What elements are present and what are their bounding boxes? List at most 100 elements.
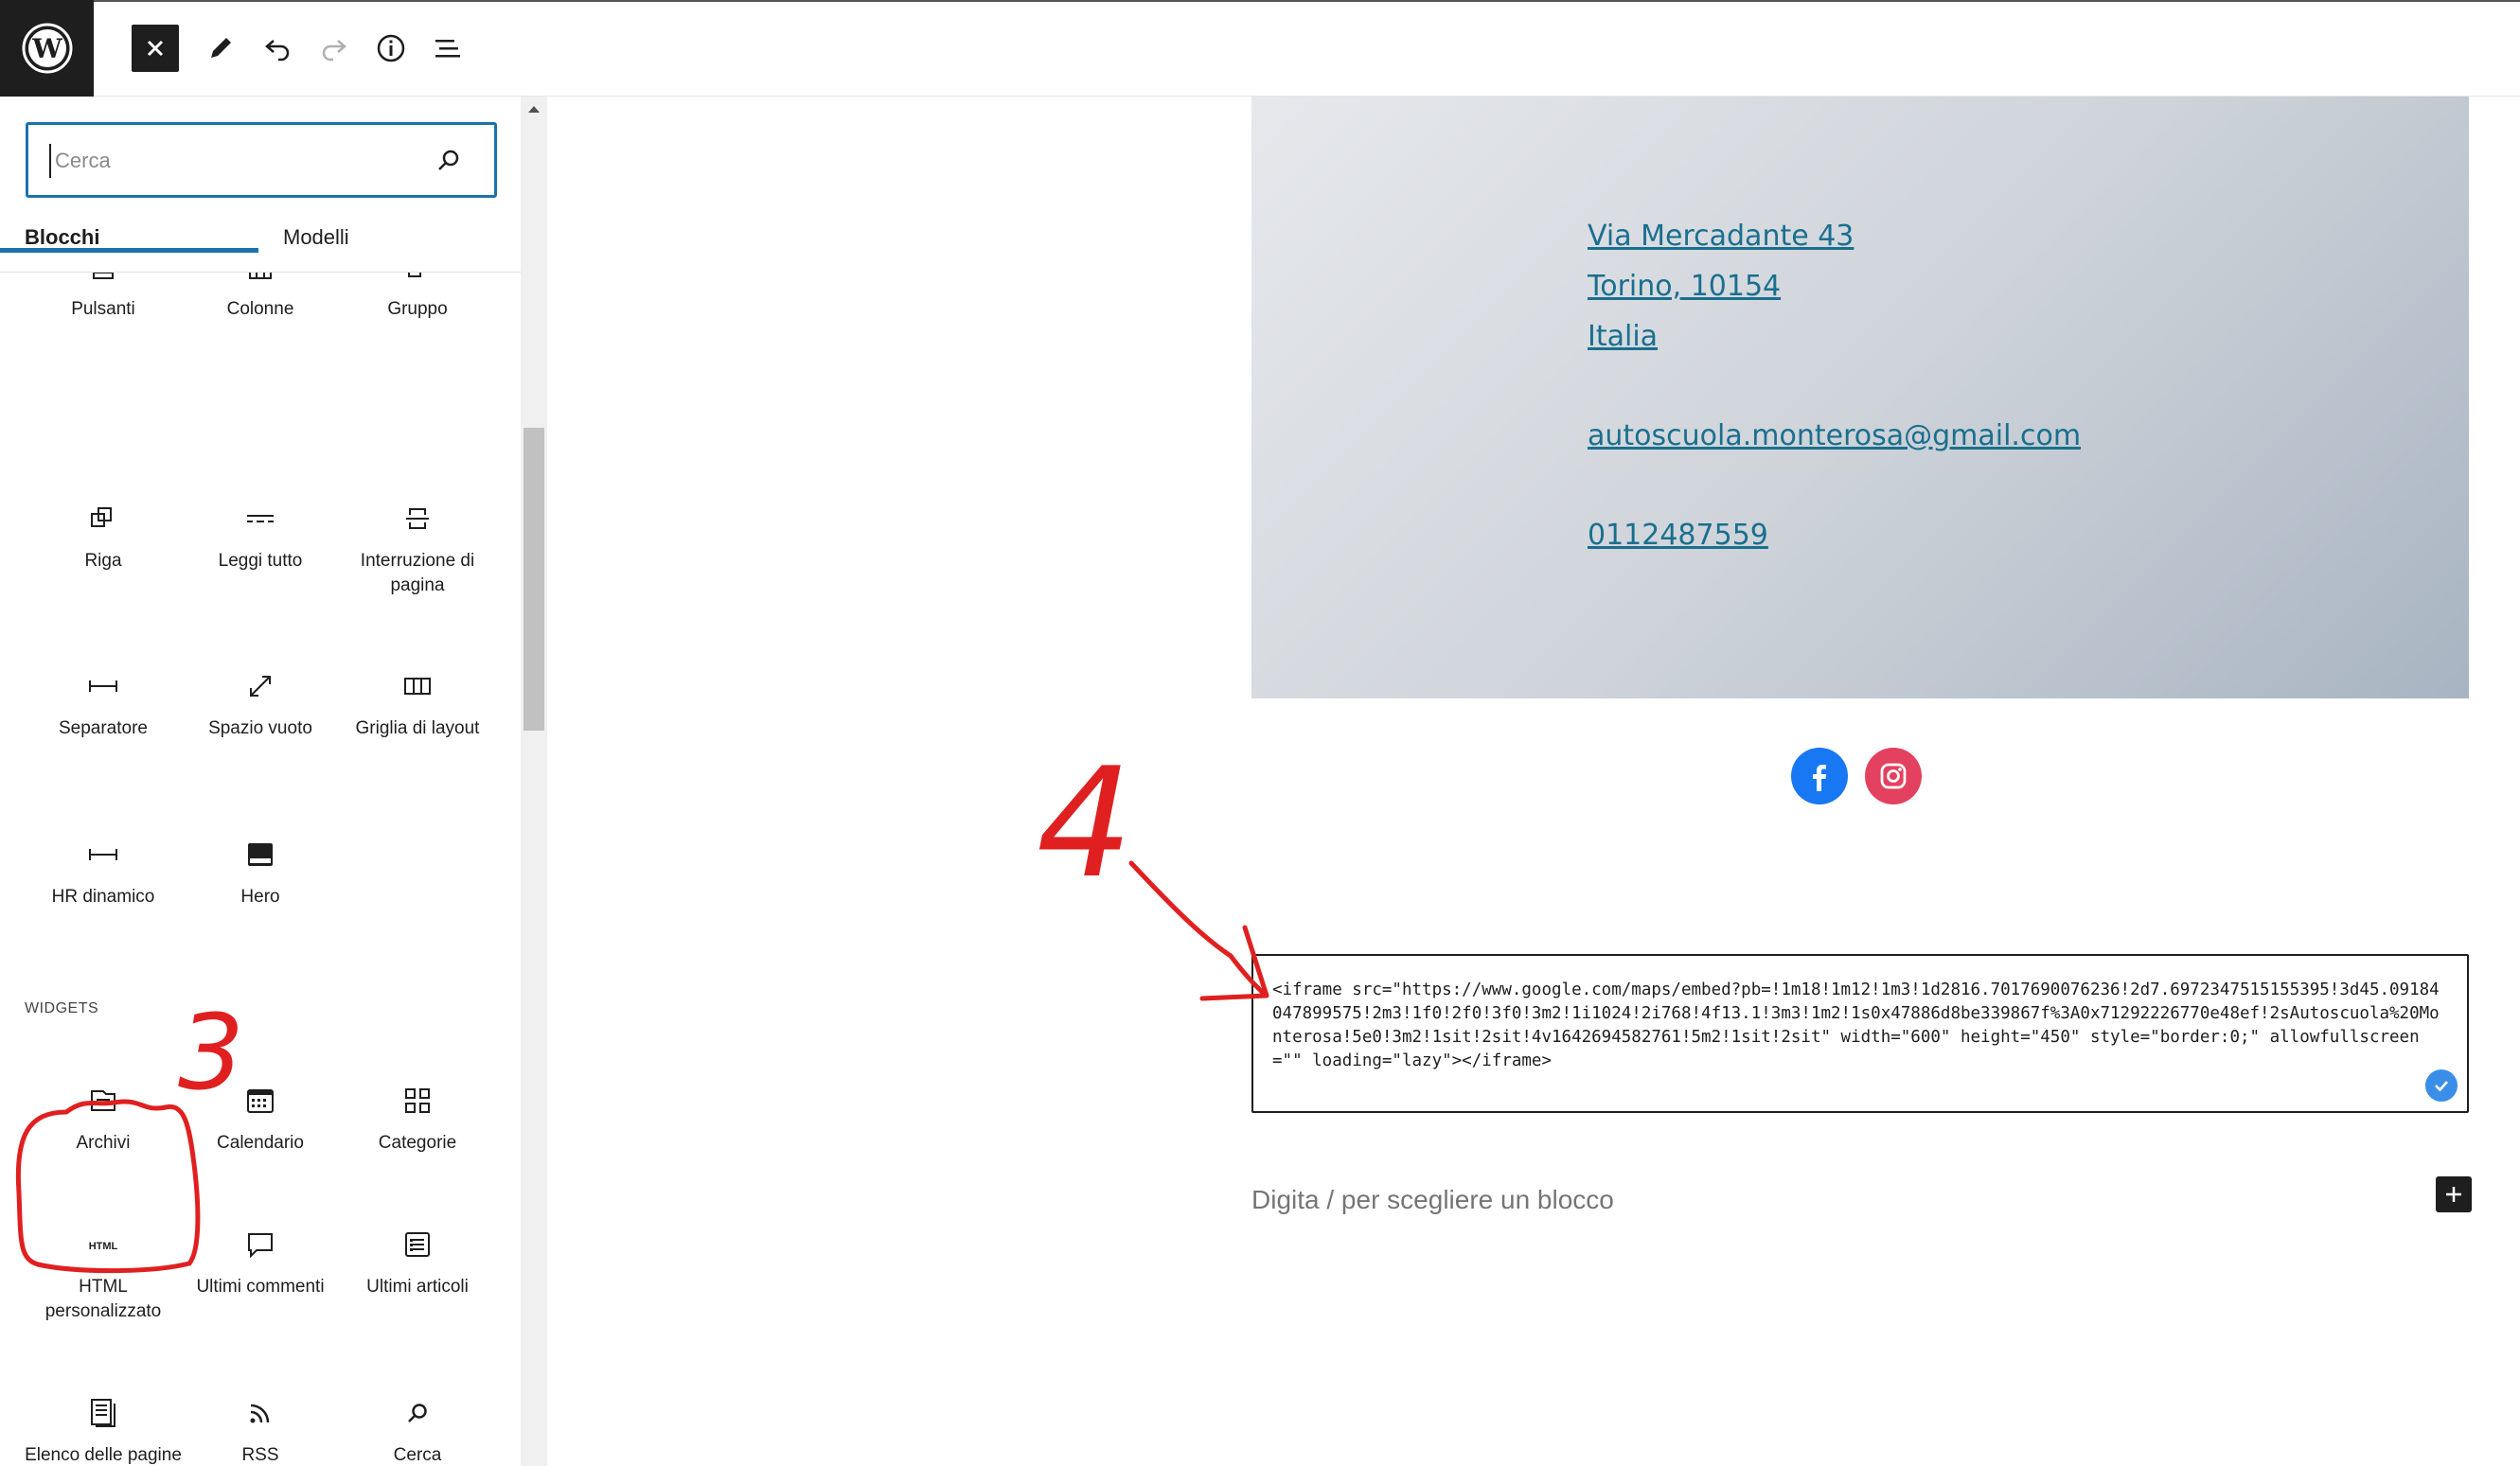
buttons-icon xyxy=(93,273,114,279)
address-line1-link[interactable]: Via Mercadante 43 xyxy=(1588,220,1854,253)
top-border xyxy=(0,0,2520,2)
group-icon xyxy=(408,273,421,277)
block-label: Cerca xyxy=(393,1445,442,1465)
phone-link[interactable]: 0112487559 xyxy=(1588,519,1768,552)
block-buttons[interactable]: Pulsanti xyxy=(25,273,182,322)
block-categories[interactable]: Categorie xyxy=(339,1082,496,1156)
pencil-icon xyxy=(211,38,231,58)
block-archives[interactable]: Archivi xyxy=(25,1082,182,1156)
block-spacer[interactable]: Spazio vuoto xyxy=(182,667,339,741)
block-label: Colonne xyxy=(226,299,294,319)
block-label: Hero xyxy=(240,887,280,907)
search-icon[interactable] xyxy=(432,144,466,178)
hero-icon xyxy=(248,843,273,866)
check-icon xyxy=(2425,1069,2458,1102)
rss-icon xyxy=(250,1404,270,1423)
block-more[interactable]: Leggi tutto xyxy=(182,500,339,574)
tab-patterns[interactable]: Modelli xyxy=(283,225,349,250)
svg-text:HTML: HTML xyxy=(89,1241,118,1252)
latest-posts-icon xyxy=(405,1232,430,1257)
email-link[interactable]: autoscuola.monterosa@gmail.com xyxy=(1588,419,2081,452)
svg-text:W: W xyxy=(31,33,62,64)
row-icon xyxy=(91,507,112,527)
html-code-textarea[interactable]: <iframe src="https://www.google.com/maps… xyxy=(1272,979,2446,1073)
instagram-icon[interactable] xyxy=(1865,748,1922,804)
block-inserter-panel: Blocchi Modelli Pulsanti Colonne Gruppo xyxy=(0,97,547,1466)
spacer-icon xyxy=(250,676,271,697)
tab-blocks[interactable]: Blocchi xyxy=(25,225,99,250)
columns-icon xyxy=(249,273,272,279)
html-icon: HTML xyxy=(89,1241,118,1252)
block-label: HTML personalizzato xyxy=(44,1277,162,1321)
scroll-up-arrow-icon[interactable] xyxy=(521,104,547,123)
block-placeholder[interactable]: Digita / per scegliere un blocco xyxy=(1251,1185,1614,1215)
sidebar-scrollbar[interactable] xyxy=(521,97,547,1466)
block-label: Spazio vuoto xyxy=(208,718,312,738)
block-calendar[interactable]: Calendario xyxy=(182,1082,339,1156)
details-button[interactable] xyxy=(367,25,415,72)
block-label: Griglia di layout xyxy=(355,718,480,738)
block-hr-dynamic[interactable]: HR dinamico xyxy=(25,836,182,910)
undo-button[interactable] xyxy=(254,25,301,72)
close-inserter-button[interactable] xyxy=(132,25,179,72)
block-custom-html[interactable]: HTML HTML personalizzato xyxy=(25,1226,182,1324)
search-icon xyxy=(408,1404,427,1422)
wordpress-logo-icon[interactable]: W xyxy=(0,0,94,97)
block-label: Categorie xyxy=(378,1133,457,1153)
block-label: Calendario xyxy=(217,1133,304,1153)
block-page-break[interactable]: Interruzione di pagina xyxy=(339,500,496,598)
block-group[interactable]: Gruppo xyxy=(339,273,496,322)
layout-grid-icon xyxy=(404,678,431,695)
block-label: Ultimi articoli xyxy=(366,1277,469,1297)
social-icons xyxy=(1791,748,1922,804)
block-row[interactable]: Riga xyxy=(25,500,182,574)
categories-icon xyxy=(405,1088,430,1113)
top-toolbar: W xyxy=(0,0,2520,97)
list-view-button[interactable] xyxy=(424,25,471,72)
block-separator[interactable]: Separatore xyxy=(25,667,182,741)
block-label: Elenco delle pagine xyxy=(25,1445,182,1465)
undo-icon xyxy=(265,40,290,62)
block-label: Archivi xyxy=(76,1133,131,1153)
redo-button[interactable] xyxy=(311,25,358,72)
block-label: HR dinamico xyxy=(51,887,155,907)
block-label: Riga xyxy=(84,551,122,571)
add-block-button[interactable] xyxy=(2436,1176,2472,1212)
active-tab-indicator xyxy=(0,248,258,253)
country-link[interactable]: Italia xyxy=(1588,320,1658,353)
inserter-tabs: Blocchi Modelli xyxy=(0,210,521,273)
info-icon xyxy=(377,34,405,62)
block-label: Separatore xyxy=(58,718,148,738)
block-latest-posts[interactable]: Ultimi articoli xyxy=(339,1226,496,1299)
separator-icon xyxy=(89,680,117,692)
facebook-icon[interactable] xyxy=(1791,748,1848,804)
block-label: Interruzione di pagina xyxy=(360,551,475,595)
search-input[interactable] xyxy=(49,144,409,178)
block-rss[interactable]: RSS xyxy=(182,1394,339,1466)
block-layout-grid[interactable]: Griglia di layout xyxy=(339,667,496,741)
block-label: Pulsanti xyxy=(71,299,135,319)
block-label: Leggi tutto xyxy=(218,551,303,571)
list-view-icon xyxy=(435,40,460,58)
block-label: Ultimi commenti xyxy=(196,1277,325,1297)
scrollbar-thumb[interactable] xyxy=(524,428,544,731)
hr-icon xyxy=(89,849,117,860)
block-label: Gruppo xyxy=(387,299,448,319)
custom-html-block[interactable]: <iframe src="https://www.google.com/maps… xyxy=(1251,954,2469,1113)
block-page-list[interactable]: Elenco delle pagine xyxy=(25,1394,182,1466)
block-label: RSS xyxy=(241,1445,279,1465)
block-columns[interactable]: Colonne xyxy=(182,273,339,322)
calendar-icon xyxy=(247,1089,274,1113)
block-hero[interactable]: Hero xyxy=(182,836,339,910)
archive-icon xyxy=(91,1090,115,1111)
edit-pencil-button[interactable] xyxy=(197,25,244,72)
contact-info-block[interactable]: Via Mercadante 43 Torino, 10154 Italia a… xyxy=(1251,97,2469,698)
editor-canvas: Via Mercadante 43 Torino, 10154 Italia a… xyxy=(549,97,2520,1466)
widgets-heading: WIDGETS xyxy=(25,1000,99,1016)
search-field[interactable] xyxy=(26,122,497,198)
more-icon xyxy=(247,515,274,522)
block-latest-comments[interactable]: Ultimi commenti xyxy=(182,1226,339,1299)
address-line2-link[interactable]: Torino, 10154 xyxy=(1588,270,1781,303)
block-search[interactable]: Cerca xyxy=(339,1394,496,1466)
comment-icon xyxy=(248,1233,273,1259)
